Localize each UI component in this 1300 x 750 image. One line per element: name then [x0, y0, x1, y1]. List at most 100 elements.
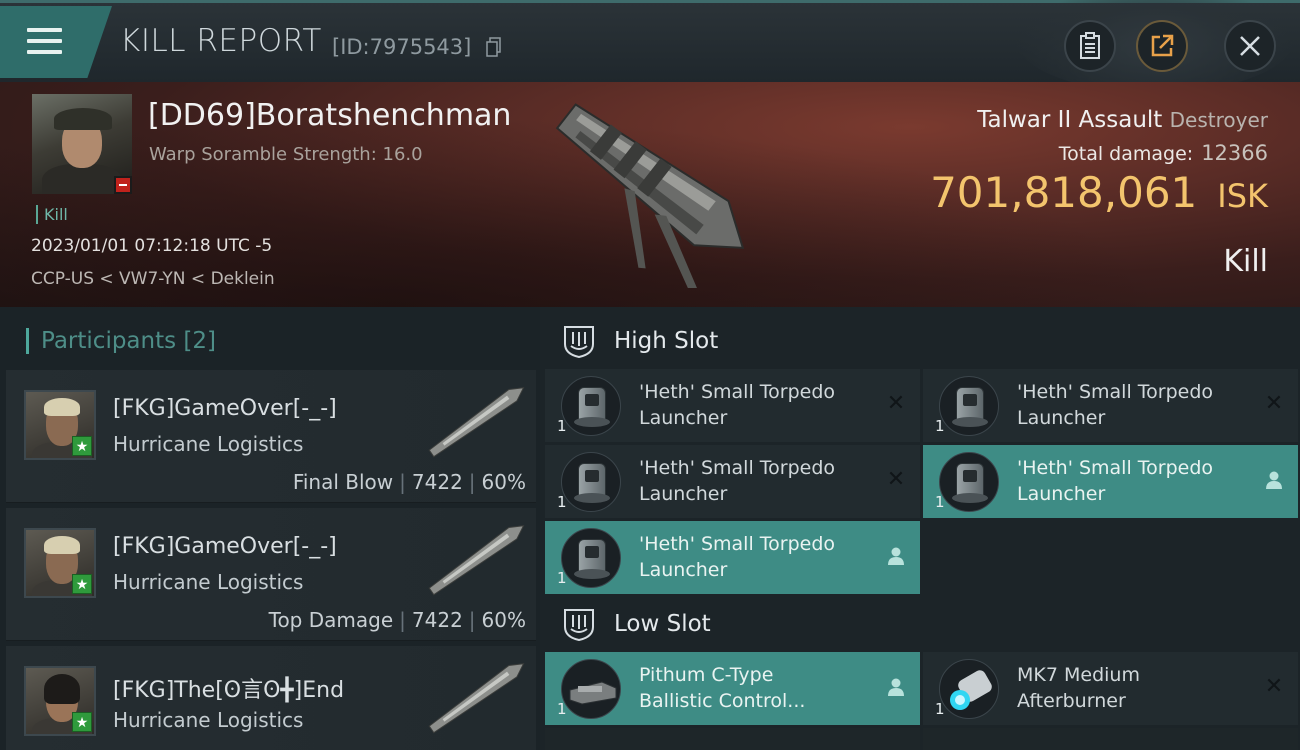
total-damage-label: Total damage: [1058, 143, 1194, 165]
close-icon [1240, 36, 1260, 56]
module-name-line2: Launcher [639, 483, 728, 505]
module-item[interactable]: 1 'Heth' Small Torpedo Launcher ✕ [545, 369, 920, 442]
participant-card[interactable]: ★ [FKG]GameOver[-_-] Hurricane Logistics… [6, 508, 536, 641]
isk-unit: ISK [1217, 177, 1268, 215]
torpedo-launcher-icon [939, 376, 999, 436]
module-item[interactable]: 1 'Heth' Small Torpedo Launcher ✕ [923, 369, 1298, 442]
high-slot-label: High Slot [614, 327, 719, 354]
participant-name: [FKG]GameOver[-_-] [113, 534, 337, 559]
hostile-badge-icon [114, 176, 132, 194]
isk-value: 701,818,061 ISK [930, 168, 1268, 217]
total-damage: Total damage: 12366 [1059, 141, 1268, 165]
module-name: 'Heth' Small Torpedo Launcher [639, 379, 869, 431]
module-name: Pithum C-Type Ballistic Control... [639, 662, 869, 714]
module-quantity: 1 [557, 700, 567, 718]
clipboard-icon [1080, 32, 1100, 59]
high-slot-header: High Slot [548, 313, 1300, 368]
participant-card[interactable]: ★ [FKG]The[ʘ言ʘ╋]End Hurricane Logistics [6, 646, 536, 750]
dropped-person-icon [1264, 470, 1284, 490]
participant-ship-image [428, 525, 525, 596]
module-name-line1: MK7 Medium [1017, 664, 1140, 686]
module-item[interactable] [545, 728, 920, 750]
kill-result: Kill [1223, 244, 1268, 279]
module-item[interactable]: 1 'Heth' Small Torpedo Launcher [923, 445, 1298, 518]
module-item[interactable]: 1 'Heth' Small Torpedo Launcher [545, 521, 920, 594]
victim-ship-image [555, 103, 745, 288]
module-name-line2: Ballistic Control... [639, 690, 806, 712]
menu-button[interactable] [0, 6, 112, 78]
participant-ship-image [428, 387, 525, 458]
participant-card[interactable]: ★ [FKG]GameOver[-_-] Hurricane Logistics… [6, 370, 536, 503]
module-name-line2: Launcher [639, 407, 728, 429]
module-name: 'Heth' Small Torpedo Launcher [639, 531, 869, 583]
module-quantity: 1 [935, 700, 945, 718]
participant-ship: Hurricane Logistics [113, 570, 304, 594]
participant-ship: Hurricane Logistics [113, 708, 304, 732]
torpedo-launcher-icon [561, 452, 621, 512]
high-slot-icon [564, 325, 594, 358]
page-title: KILL REPORT [120, 23, 322, 59]
participant-percent: 60% [481, 470, 526, 494]
module-name-line1: 'Heth' Small Torpedo [639, 533, 836, 555]
participants-title: Participants [2] [26, 328, 216, 354]
close-button[interactable] [1224, 20, 1276, 72]
low-slot-header: Low Slot [548, 596, 1300, 651]
header-bar: KILL REPORT [ID:7975543] [0, 0, 1300, 93]
ship-name-text: Talwar II Assault [977, 107, 1163, 133]
low-slot-label: Low Slot [614, 610, 711, 637]
module-quantity: 1 [557, 493, 567, 511]
hamburger-menu-icon [27, 28, 62, 54]
module-quantity: 1 [557, 569, 567, 587]
module-name: 'Heth' Small Torpedo Launcher [639, 455, 869, 507]
torpedo-launcher-icon [561, 376, 621, 436]
module-name: 'Heth' Small Torpedo Launcher [1017, 379, 1247, 431]
participant-percent: 60% [481, 608, 526, 632]
module-name-line1: 'Heth' Small Torpedo [1017, 457, 1214, 479]
torpedo-launcher-icon [561, 528, 621, 588]
module-name-line2: Launcher [1017, 407, 1106, 429]
low-slot-icon [564, 608, 594, 641]
warp-scramble-strength: Warp Soramble Strength: 16.0 [149, 144, 423, 165]
participants-title-text: Participants [41, 328, 177, 354]
destroyed-x-icon: ✕ [1264, 674, 1284, 699]
destroyed-x-icon: ✕ [886, 467, 906, 492]
total-damage-value: 12366 [1201, 141, 1268, 165]
victim-name[interactable]: [DD69]Boratshenchman [148, 98, 511, 133]
torpedo-launcher-icon [939, 452, 999, 512]
destroyed-x-icon: ✕ [886, 391, 906, 416]
module-name-line2: Launcher [639, 559, 728, 581]
module-name-line1: 'Heth' Small Torpedo [639, 381, 836, 403]
copy-id-icon[interactable] [486, 37, 502, 57]
afterburner-icon [939, 659, 999, 719]
module-item[interactable]: 1 'Heth' Small Torpedo Launcher ✕ [545, 445, 920, 518]
kill-tag: Kill [36, 205, 68, 224]
module-quantity: 1 [935, 417, 945, 435]
kill-id: [ID:7975543] [332, 35, 472, 59]
participant-name: [FKG]The[ʘ言ʘ╋]End [113, 678, 345, 703]
module-name-line1: 'Heth' Small Torpedo [639, 457, 836, 479]
module-name: 'Heth' Small Torpedo Launcher [1017, 455, 1247, 507]
dropped-person-icon [886, 677, 906, 697]
kill-location: CCP-US < VW7-YN < Deklein [31, 269, 275, 289]
participant-name: [FKG]GameOver[-_-] [113, 396, 337, 421]
module-name: MK7 Medium Afterburner [1017, 662, 1247, 714]
module-name-line1: Pithum C-Type [639, 664, 774, 686]
module-item[interactable]: 1 Pithum C-Type Ballistic Control... [545, 652, 920, 725]
destroyed-x-icon: ✕ [1264, 391, 1284, 416]
isk-amount: 701,818,061 [930, 168, 1198, 217]
participant-damage: 7422 [411, 470, 463, 494]
participant-stats: Top Damage | 7422 | 60% [268, 608, 526, 632]
ship-class: Destroyer [1169, 108, 1268, 132]
module-quantity: 1 [935, 493, 945, 511]
participant-role: Top Damage [268, 608, 394, 632]
kill-timestamp: 2023/01/01 07:12:18 UTC -5 [31, 236, 273, 256]
module-quantity: 1 [557, 417, 567, 435]
participants-count: [2] [183, 328, 217, 354]
share-button[interactable] [1136, 20, 1188, 72]
share-icon [1151, 34, 1174, 57]
clipboard-button[interactable] [1064, 20, 1116, 72]
kill-report-window: { "header": { "title": "KILL REPORT", "k… [0, 0, 1300, 750]
module-item[interactable] [923, 728, 1298, 750]
module-item[interactable]: 1 MK7 Medium Afterburner ✕ [923, 652, 1298, 725]
victim-ship-name[interactable]: Talwar II Assault Destroyer [977, 107, 1268, 133]
